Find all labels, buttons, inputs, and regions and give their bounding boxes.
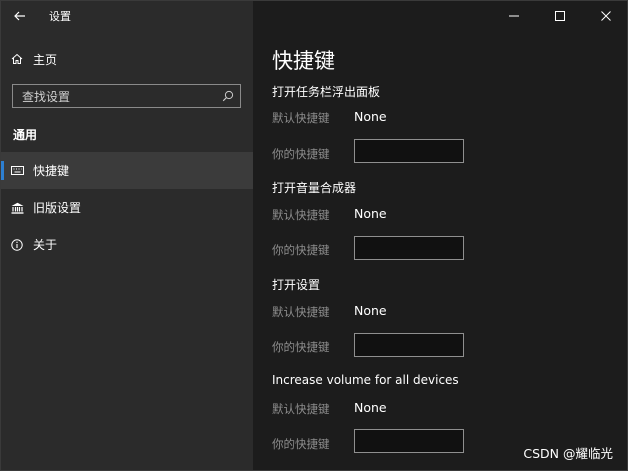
search-placeholder: 查找设置 (22, 89, 71, 104)
maximize-icon (555, 11, 565, 21)
sidebar-item-home-label: 主页 (33, 52, 58, 67)
shortcut-group-title: 打开音量合成器 (272, 181, 357, 195)
sidebar-item-about[interactable]: 关于 (1, 226, 253, 263)
your-shortcut-input[interactable] (354, 333, 464, 357)
keyboard-icon (10, 164, 24, 178)
your-shortcut-label: 你的快捷键 (272, 147, 330, 161)
section-label-general: 通用 (13, 128, 38, 142)
sidebar: 设置 主页 查找设置 通用 快捷键 旧版设置 关于 (1, 1, 253, 470)
settings-window: 设置 主页 查找设置 通用 快捷键 旧版设置 关于 快捷键 打开任务栏浮出面板 … (0, 0, 628, 471)
sidebar-item-home[interactable]: 主页 (1, 45, 253, 73)
sidebar-item-label: 快捷键 (33, 164, 70, 178)
default-shortcut-label: 默认快捷键 (272, 208, 330, 222)
your-shortcut-input[interactable] (354, 139, 464, 163)
watermark: CSDN @耀临光 (523, 446, 613, 461)
your-shortcut-label: 你的快捷键 (272, 243, 330, 257)
selected-indicator (1, 161, 4, 180)
your-shortcut-label: 你的快捷键 (272, 437, 330, 451)
back-arrow-icon (14, 11, 25, 21)
default-shortcut-value: None (354, 400, 387, 415)
your-shortcut-label: 你的快捷键 (272, 340, 330, 354)
bank-icon (10, 201, 24, 215)
window-controls (491, 1, 627, 31)
sidebar-item-label: 关于 (33, 238, 58, 252)
default-shortcut-value: None (354, 206, 387, 221)
sidebar-item-legacy-settings[interactable]: 旧版设置 (1, 189, 253, 226)
sidebar-item-shortcuts[interactable]: 快捷键 (1, 152, 253, 189)
close-button[interactable] (583, 1, 627, 31)
search-input[interactable]: 查找设置 (12, 84, 241, 108)
info-icon (10, 238, 24, 252)
default-shortcut-label: 默认快捷键 (272, 402, 330, 416)
default-shortcut-value: None (354, 109, 387, 124)
app-title: 设置 (49, 10, 71, 23)
your-shortcut-input[interactable] (354, 236, 464, 260)
main-content: 快捷键 打开任务栏浮出面板 默认快捷键 None 你的快捷键 打开音量合成器 默… (253, 1, 627, 470)
default-shortcut-value: None (354, 303, 387, 318)
shortcut-group-title: 打开任务栏浮出面板 (272, 85, 381, 99)
maximize-button[interactable] (537, 1, 583, 31)
shortcut-group-title: Increase volume for all devices (272, 373, 459, 387)
default-shortcut-label: 默认快捷键 (272, 305, 330, 319)
default-shortcut-label: 默认快捷键 (272, 111, 330, 125)
page-title: 快捷键 (272, 49, 335, 73)
minimize-button[interactable] (491, 1, 537, 31)
search-icon[interactable] (221, 89, 235, 103)
minimize-icon (509, 15, 519, 17)
sidebar-item-label: 旧版设置 (33, 201, 82, 215)
your-shortcut-input[interactable] (354, 429, 464, 453)
shortcut-group-title: 打开设置 (272, 278, 321, 292)
home-icon (10, 52, 24, 66)
close-icon (601, 11, 611, 21)
back-button[interactable] (1, 1, 39, 31)
